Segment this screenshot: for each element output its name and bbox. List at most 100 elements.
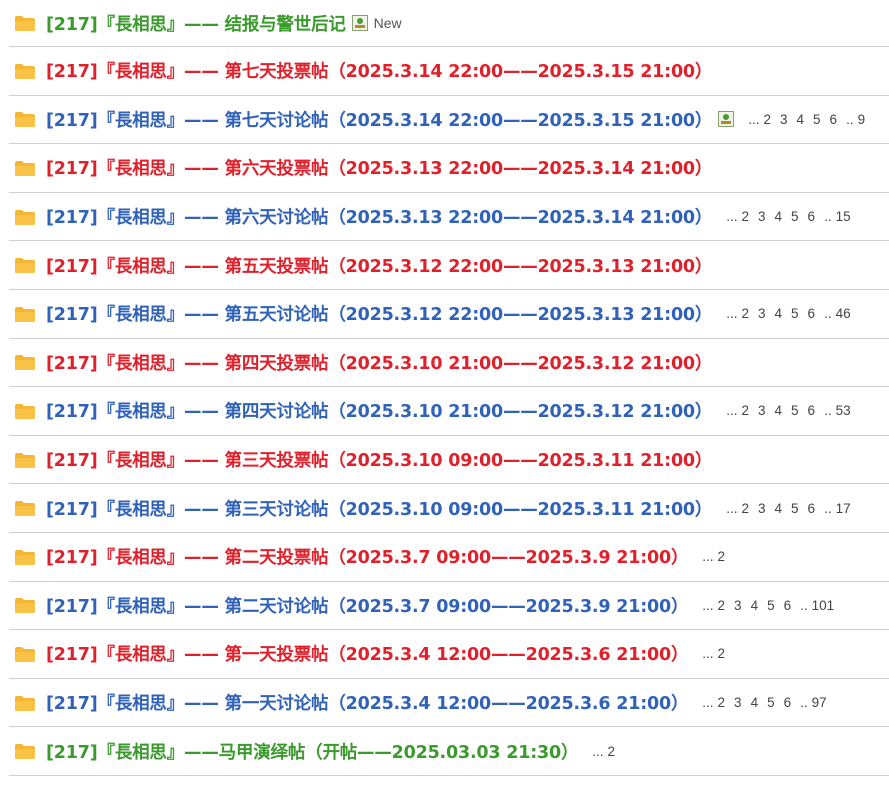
thread-close: ） [670,548,689,569]
page-link[interactable]: 6 [808,306,816,321]
page-link[interactable]: 6 [808,403,816,418]
folder-icon [14,402,36,420]
page-link[interactable]: 5 [791,403,799,418]
thread-topic: 第三天讨论帖（ [218,499,346,520]
thread-pager: ... 2 3 4 5 6.. 9 [748,112,865,127]
thread-dash: —— [184,742,219,763]
thread-title-link[interactable]: [217]『長相思』—— 第四天讨论帖（2025.3.10 21:00——202… [46,398,712,423]
page-link[interactable]: 2 [718,598,726,613]
thread-dash: —— [184,451,219,472]
thread-name: 『長相思』 [97,305,185,326]
thread-close: ） [560,742,579,763]
thread-title-link[interactable]: [217]『長相思』—— 第七天讨论帖（2025.3.14 22:00——202… [46,107,712,132]
thread-prefix: [217] [46,353,98,374]
page-link[interactable]: 6 [808,501,816,516]
page-link[interactable]: 2 [763,112,771,127]
thread-title-link[interactable]: [217]『長相思』—— 第六天投票帖（2025.3.13 22:00——202… [46,155,712,180]
page-link[interactable]: 2 [741,306,749,321]
page-link[interactable]: 4 [775,403,783,418]
pager-separator: .. [824,500,832,516]
thread-row: [217]『長相思』—— 第一天投票帖（2025.3.4 12:00——2025… [9,630,889,679]
page-link[interactable]: 15 [836,209,851,224]
image-attachment-icon [718,111,735,128]
folder-icon [14,596,36,614]
thread-prefix: [217] [46,208,98,229]
page-link[interactable]: 3 [758,403,766,418]
page-link[interactable]: 2 [741,209,749,224]
thread-pager: ... 2 [702,549,725,564]
page-link[interactable]: 2 [608,744,616,759]
page-link[interactable]: 2 [741,501,749,516]
page-link[interactable]: 5 [791,306,799,321]
thread-date: 2025.3.10 21:00——2025.3.12 21:00 [345,402,695,423]
page-link[interactable]: 4 [797,112,805,127]
thread-title-link[interactable]: [217]『長相思』—— 第六天讨论帖（2025.3.13 22:00——202… [46,204,712,229]
page-link[interactable]: 6 [830,112,838,127]
page-link[interactable]: 6 [784,598,792,613]
page-link[interactable]: 5 [791,501,799,516]
page-link[interactable]: 17 [836,501,851,516]
thread-topic: 第三天投票帖（ [218,451,346,472]
folder-icon [14,451,36,469]
page-link[interactable]: 3 [734,695,742,710]
page-link[interactable]: 5 [767,695,775,710]
page-link[interactable]: 3 [780,112,788,127]
thread-prefix: [217] [46,14,98,35]
page-link[interactable]: 3 [734,598,742,613]
thread-name: 『長相思』 [97,110,185,131]
thread-title-link[interactable]: [217]『長相思』—— 第一天投票帖（2025.3.4 12:00——2025… [46,641,688,666]
thread-name: 『長相思』 [97,14,185,35]
page-link[interactable]: 2 [718,646,726,661]
page-link[interactable]: 4 [775,501,783,516]
page-link[interactable]: 5 [791,209,799,224]
pager-separator: .. [824,403,832,419]
thread-prefix: [217] [46,305,98,326]
thread-title-link[interactable]: [217]『長相思』—— 结报与警世后记 [46,11,346,36]
page-link[interactable]: 9 [858,112,866,127]
thread-title-link[interactable]: [217]『長相思』—— 第四天投票帖（2025.3.10 21:00——202… [46,350,712,375]
image-attachment-icon [351,15,368,31]
pager-separator: .. [824,209,832,225]
thread-title-link[interactable]: [217]『長相思』—— 第一天讨论帖（2025.3.4 12:00——2025… [46,690,688,715]
pager-ellipsis: ... [726,306,738,322]
pager-ellipsis: ... [702,597,714,613]
page-link[interactable]: 4 [751,695,759,710]
thread-title-link[interactable]: [217]『長相思』—— 第三天讨论帖（2025.3.10 09:00——202… [46,496,712,521]
page-link[interactable]: 3 [758,209,766,224]
thread-topic: 第七天讨论帖（ [218,110,346,131]
page-link[interactable]: 46 [836,306,851,321]
thread-title-link[interactable]: [217]『長相思』—— 第二天投票帖（2025.3.7 09:00——2025… [46,544,688,569]
page-link[interactable]: 6 [784,695,792,710]
page-link[interactable]: 2 [741,403,749,418]
page-link[interactable]: 2 [718,549,726,564]
page-link[interactable]: 4 [775,209,783,224]
folder-icon [14,548,36,566]
thread-list: [217]『長相思』—— 结报与警世后记 New [217]『長相思』—— 第七天投… [0,0,889,786]
thread-title-link[interactable]: [217]『長相思』—— 第七天投票帖（2025.3.14 22:00——202… [46,58,712,83]
thread-title-link[interactable]: [217]『長相思』—— 第二天讨论帖（2025.3.7 09:00——2025… [46,593,688,618]
thread-prefix: [217] [46,596,98,617]
thread-dash: —— [184,694,219,715]
thread-close: ） [670,694,689,715]
thread-title-link[interactable]: [217]『長相思』—— 第五天讨论帖（2025.3.12 22:00——202… [46,301,712,326]
page-link[interactable]: 101 [812,598,835,613]
page-link[interactable]: 5 [767,598,775,613]
thread-row: [217]『長相思』—— 第五天讨论帖（2025.3.12 22:00——202… [9,290,889,339]
thread-prefix: [217] [46,62,98,83]
thread-row: [217]『長相思』—— 第五天投票帖（2025.3.12 22:00——202… [9,241,889,290]
page-link[interactable]: 3 [758,306,766,321]
thread-title-link[interactable]: [217]『長相思』——马甲演绎帖（开帖——2025.03.03 21:30） [46,739,578,764]
page-link[interactable]: 97 [812,695,827,710]
thread-close: ） [694,62,713,83]
page-link[interactable]: 4 [751,598,759,613]
page-link[interactable]: 6 [808,209,816,224]
thread-pager: ... 2 3 4 5 6.. 15 [726,209,850,224]
thread-title-link[interactable]: [217]『長相思』—— 第五天投票帖（2025.3.12 22:00——202… [46,253,712,278]
page-link[interactable]: 5 [813,112,821,127]
page-link[interactable]: 53 [836,403,851,418]
page-link[interactable]: 3 [758,501,766,516]
thread-title-link[interactable]: [217]『長相思』—— 第三天投票帖（2025.3.10 09:00——202… [46,447,712,472]
page-link[interactable]: 4 [775,306,783,321]
page-link[interactable]: 2 [718,695,726,710]
pager-ellipsis: ... [726,209,738,225]
